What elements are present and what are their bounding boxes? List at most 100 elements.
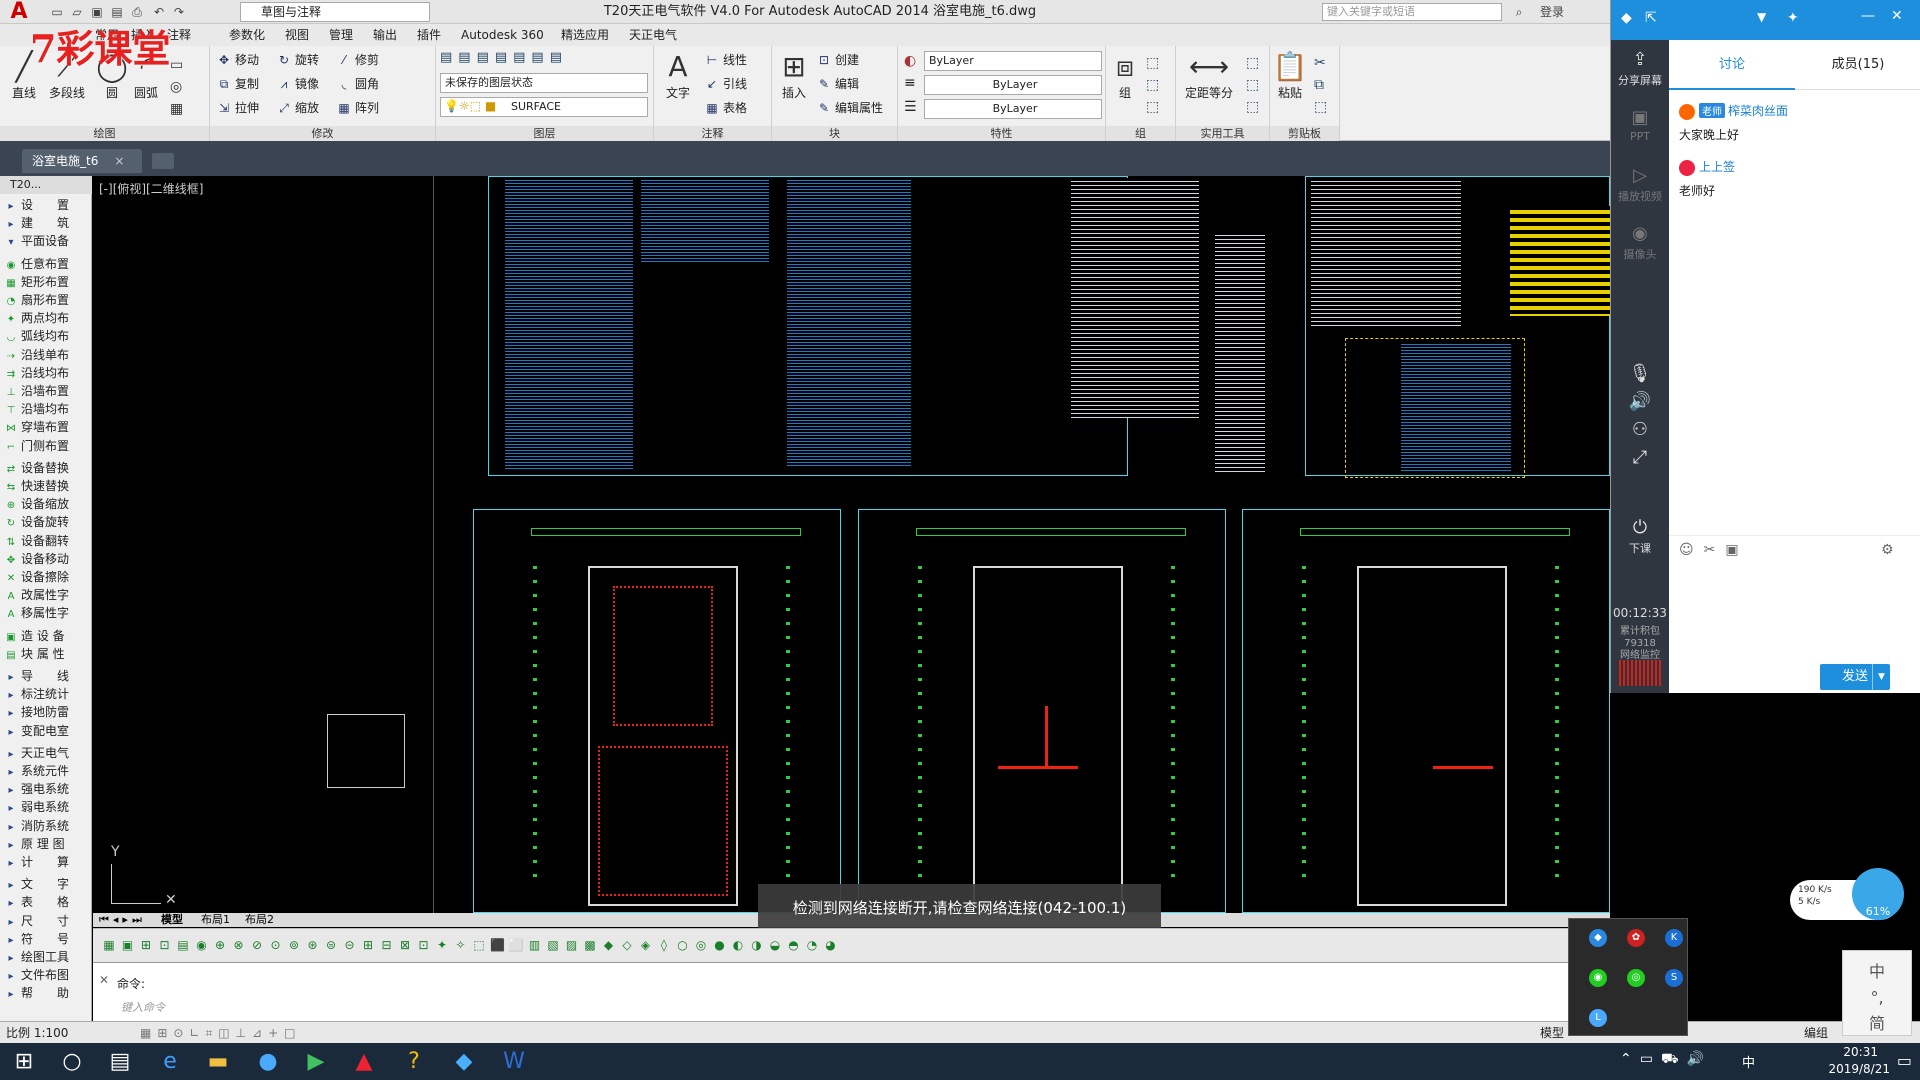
palette-item[interactable]: ▾ 平面设备 [4, 232, 88, 250]
autocad-taskbar-icon[interactable]: ▲ [340, 1043, 388, 1080]
text-tool[interactable]: A 文字 [658, 50, 698, 101]
table-tool[interactable]: ▦ 表格 [704, 99, 747, 117]
palette-item[interactable]: ▸ 系统元件 [4, 762, 88, 780]
linear-dim-tool[interactable]: ⊢ 线性 [704, 51, 747, 69]
settings-gear-icon[interactable]: ⚙ [1881, 542, 1894, 558]
draw-extra-icons[interactable]: ▭ ◎ ▦ [170, 54, 183, 120]
lineweight-dropdown[interactable]: ByLayer [924, 99, 1102, 119]
close-icon[interactable]: ✕ [1891, 8, 1903, 24]
toolbar-tool-icon[interactable]: ◊ [656, 937, 672, 953]
toolbar-tool-icon[interactable]: ▣ [120, 937, 136, 953]
toolbar-tool-icon[interactable]: ▤ [175, 937, 191, 953]
tray-app-icon[interactable]: ✿ [1627, 929, 1645, 947]
palette-item[interactable]: ↻ 设备旋转 [4, 513, 88, 531]
toolbar-tool-icon[interactable]: ⊕ [212, 937, 228, 953]
tray-app-icon[interactable]: L [1589, 1009, 1607, 1027]
toolbar-tool-icon[interactable]: ⊠ [397, 937, 413, 953]
redo-icon[interactable]: ↷ [170, 3, 188, 21]
toolbar-tool-icon[interactable]: ◕ [823, 937, 839, 953]
toolbar-tool-icon[interactable]: ⊟ [379, 937, 395, 953]
toolbar-tool-icon[interactable]: ✦ [434, 937, 450, 953]
tab-discussion[interactable]: 讨论 [1669, 40, 1795, 90]
drawing-canvas[interactable]: [-][俯视][二维线框] Y ✕ [93, 176, 1610, 913]
menu-output[interactable]: 输出 [366, 24, 404, 46]
tab-members[interactable]: 成员(15) [1795, 40, 1920, 90]
palette-item[interactable]: ⌐ 门侧布置 [4, 437, 88, 455]
color-dropdown[interactable]: ByLayer [924, 51, 1102, 71]
toolbar-tool-icon[interactable]: ⊗ [231, 937, 247, 953]
toolbar-tool-icon[interactable]: ⊡ [416, 937, 432, 953]
share-screen-button[interactable]: ⇪ 分享屏幕 [1611, 48, 1669, 88]
palette-item[interactable]: ▸ 尺 寸 [4, 912, 88, 930]
menu-manage[interactable]: 管理 [322, 24, 360, 46]
mirror-tool[interactable]: ⩘ 镜像 [276, 75, 319, 93]
chevron-down-icon[interactable]: ▼ [1757, 10, 1766, 24]
notification-icon[interactable]: ▭ [1897, 1051, 1912, 1070]
tray-app-icon[interactable]: K [1665, 929, 1683, 947]
windows-start-icon[interactable]: ⊞ [0, 1043, 48, 1080]
tab-layout1[interactable]: 布局1 [201, 913, 230, 927]
toolbar-tool-icon[interactable]: ▨ [564, 937, 580, 953]
palette-item[interactable]: ▸ 帮 助 [4, 984, 88, 1002]
classroom-app-icon[interactable]: ◆ [440, 1043, 488, 1080]
tray-app-icon[interactable]: ◉ [1589, 969, 1607, 987]
app-l-icon[interactable]: ● [244, 1043, 292, 1080]
ime-floating-bar[interactable]: 中 °, 简 [1842, 950, 1912, 1036]
palette-item[interactable]: ▣ 造 设 备 [4, 627, 88, 645]
toolbar-tool-icon[interactable]: ⊝ [342, 937, 358, 953]
palette-item[interactable]: ▸ 弱电系统 [4, 798, 88, 816]
toolbar-tool-icon[interactable]: ◑ [749, 937, 765, 953]
net-speed-ball[interactable]: 61% [1852, 868, 1904, 920]
new-tab-button[interactable] [152, 153, 174, 169]
palette-item[interactable]: ✕ 设备擦除 [4, 568, 88, 586]
stretch-tool[interactable]: ⇲ 拉伸 [216, 99, 259, 117]
toolbar-tool-icon[interactable]: ⬚ [471, 937, 487, 953]
menu-tangent-electric[interactable]: 天正电气 [622, 24, 684, 46]
toolbar-tool-icon[interactable]: ◐ [730, 937, 746, 953]
insert-tool[interactable]: ⊞ 插入 [774, 50, 814, 101]
palette-item[interactable]: ▸ 文件布图 [4, 966, 88, 984]
toolbar-tool-icon[interactable]: ◆ [601, 937, 617, 953]
palette-item[interactable]: ▤ 块 属 性 [4, 645, 88, 663]
toolbar-tool-icon[interactable]: ◒ [767, 937, 783, 953]
edge-icon[interactable]: e [146, 1043, 194, 1080]
palette-item[interactable]: ✦ 两点均布 [4, 309, 88, 327]
model-space-button[interactable]: 模型 [1540, 1022, 1564, 1044]
play-video-button[interactable]: ▷ 播放视频 [1611, 164, 1669, 204]
fillet-tool[interactable]: ◟ 圆角 [336, 75, 379, 93]
send-options-chevron-icon[interactable]: ▼ [1872, 664, 1890, 690]
palette-item[interactable]: ▸ 计 算 [4, 853, 88, 871]
layer-tool-icons[interactable]: ▤▤▤▤▤▤▤ [440, 50, 568, 65]
palette-item[interactable]: ◔ 扇形布置 [4, 291, 88, 309]
clock-time[interactable]: 20:31 [1843, 1045, 1878, 1059]
palette-item[interactable]: ▸ 强电系统 [4, 780, 88, 798]
palette-item[interactable]: ▸ 原 理 图 [4, 835, 88, 853]
workspace-dropdown[interactable]: 草图与注释 [240, 2, 430, 22]
toolbar-tool-icon[interactable]: ✧ [453, 937, 469, 953]
utilities-extra-icons[interactable]: ⬚ ⬚ ⬚ [1246, 52, 1259, 118]
close-tab-icon[interactable]: × [114, 154, 124, 168]
palette-item[interactable]: ⇅ 设备翻转 [4, 532, 88, 550]
toolbar-tool-icon[interactable]: ◔ [804, 937, 820, 953]
tray-app-icon[interactable]: S [1665, 969, 1683, 987]
palette-item[interactable]: ▸ 天正电气 [4, 744, 88, 762]
toolbar-tool-icon[interactable]: ⊛ [305, 937, 321, 953]
palette-item[interactable]: A 改属性字 [4, 586, 88, 604]
fullscreen-icon[interactable]: ⤢ [1611, 446, 1669, 470]
palette-item[interactable]: ⇢ 沿线单布 [4, 346, 88, 364]
palette-item[interactable]: ▸ 绘图工具 [4, 948, 88, 966]
toolbar-tool-icon[interactable]: ● [712, 937, 728, 953]
palette-item[interactable]: ▸ 文 字 [4, 875, 88, 893]
palette-item[interactable]: ▸ 标注统计 [4, 685, 88, 703]
copy-tool[interactable]: ⧉ 复制 [216, 75, 259, 93]
palette-item[interactable]: ◡ 弧线均布 [4, 327, 88, 345]
toolbar-tool-icon[interactable]: ◇ [619, 937, 635, 953]
ime-indicator[interactable]: 中 [1742, 1052, 1755, 1071]
drafting-toggles[interactable]: ▦⊞⊙∟⌗◫⊥⊿+□ [140, 1022, 302, 1044]
tab-layout2[interactable]: 布局2 [245, 913, 274, 927]
palette-item[interactable]: ⋈ 穿墙布置 [4, 418, 88, 436]
toolbar-tool-icon[interactable]: ⊞ [138, 937, 154, 953]
members-icon[interactable]: ⚇ [1611, 418, 1669, 442]
toolbar-tool-icon[interactable]: ▦ [101, 937, 117, 953]
cortana-icon[interactable]: ○ [48, 1043, 96, 1080]
